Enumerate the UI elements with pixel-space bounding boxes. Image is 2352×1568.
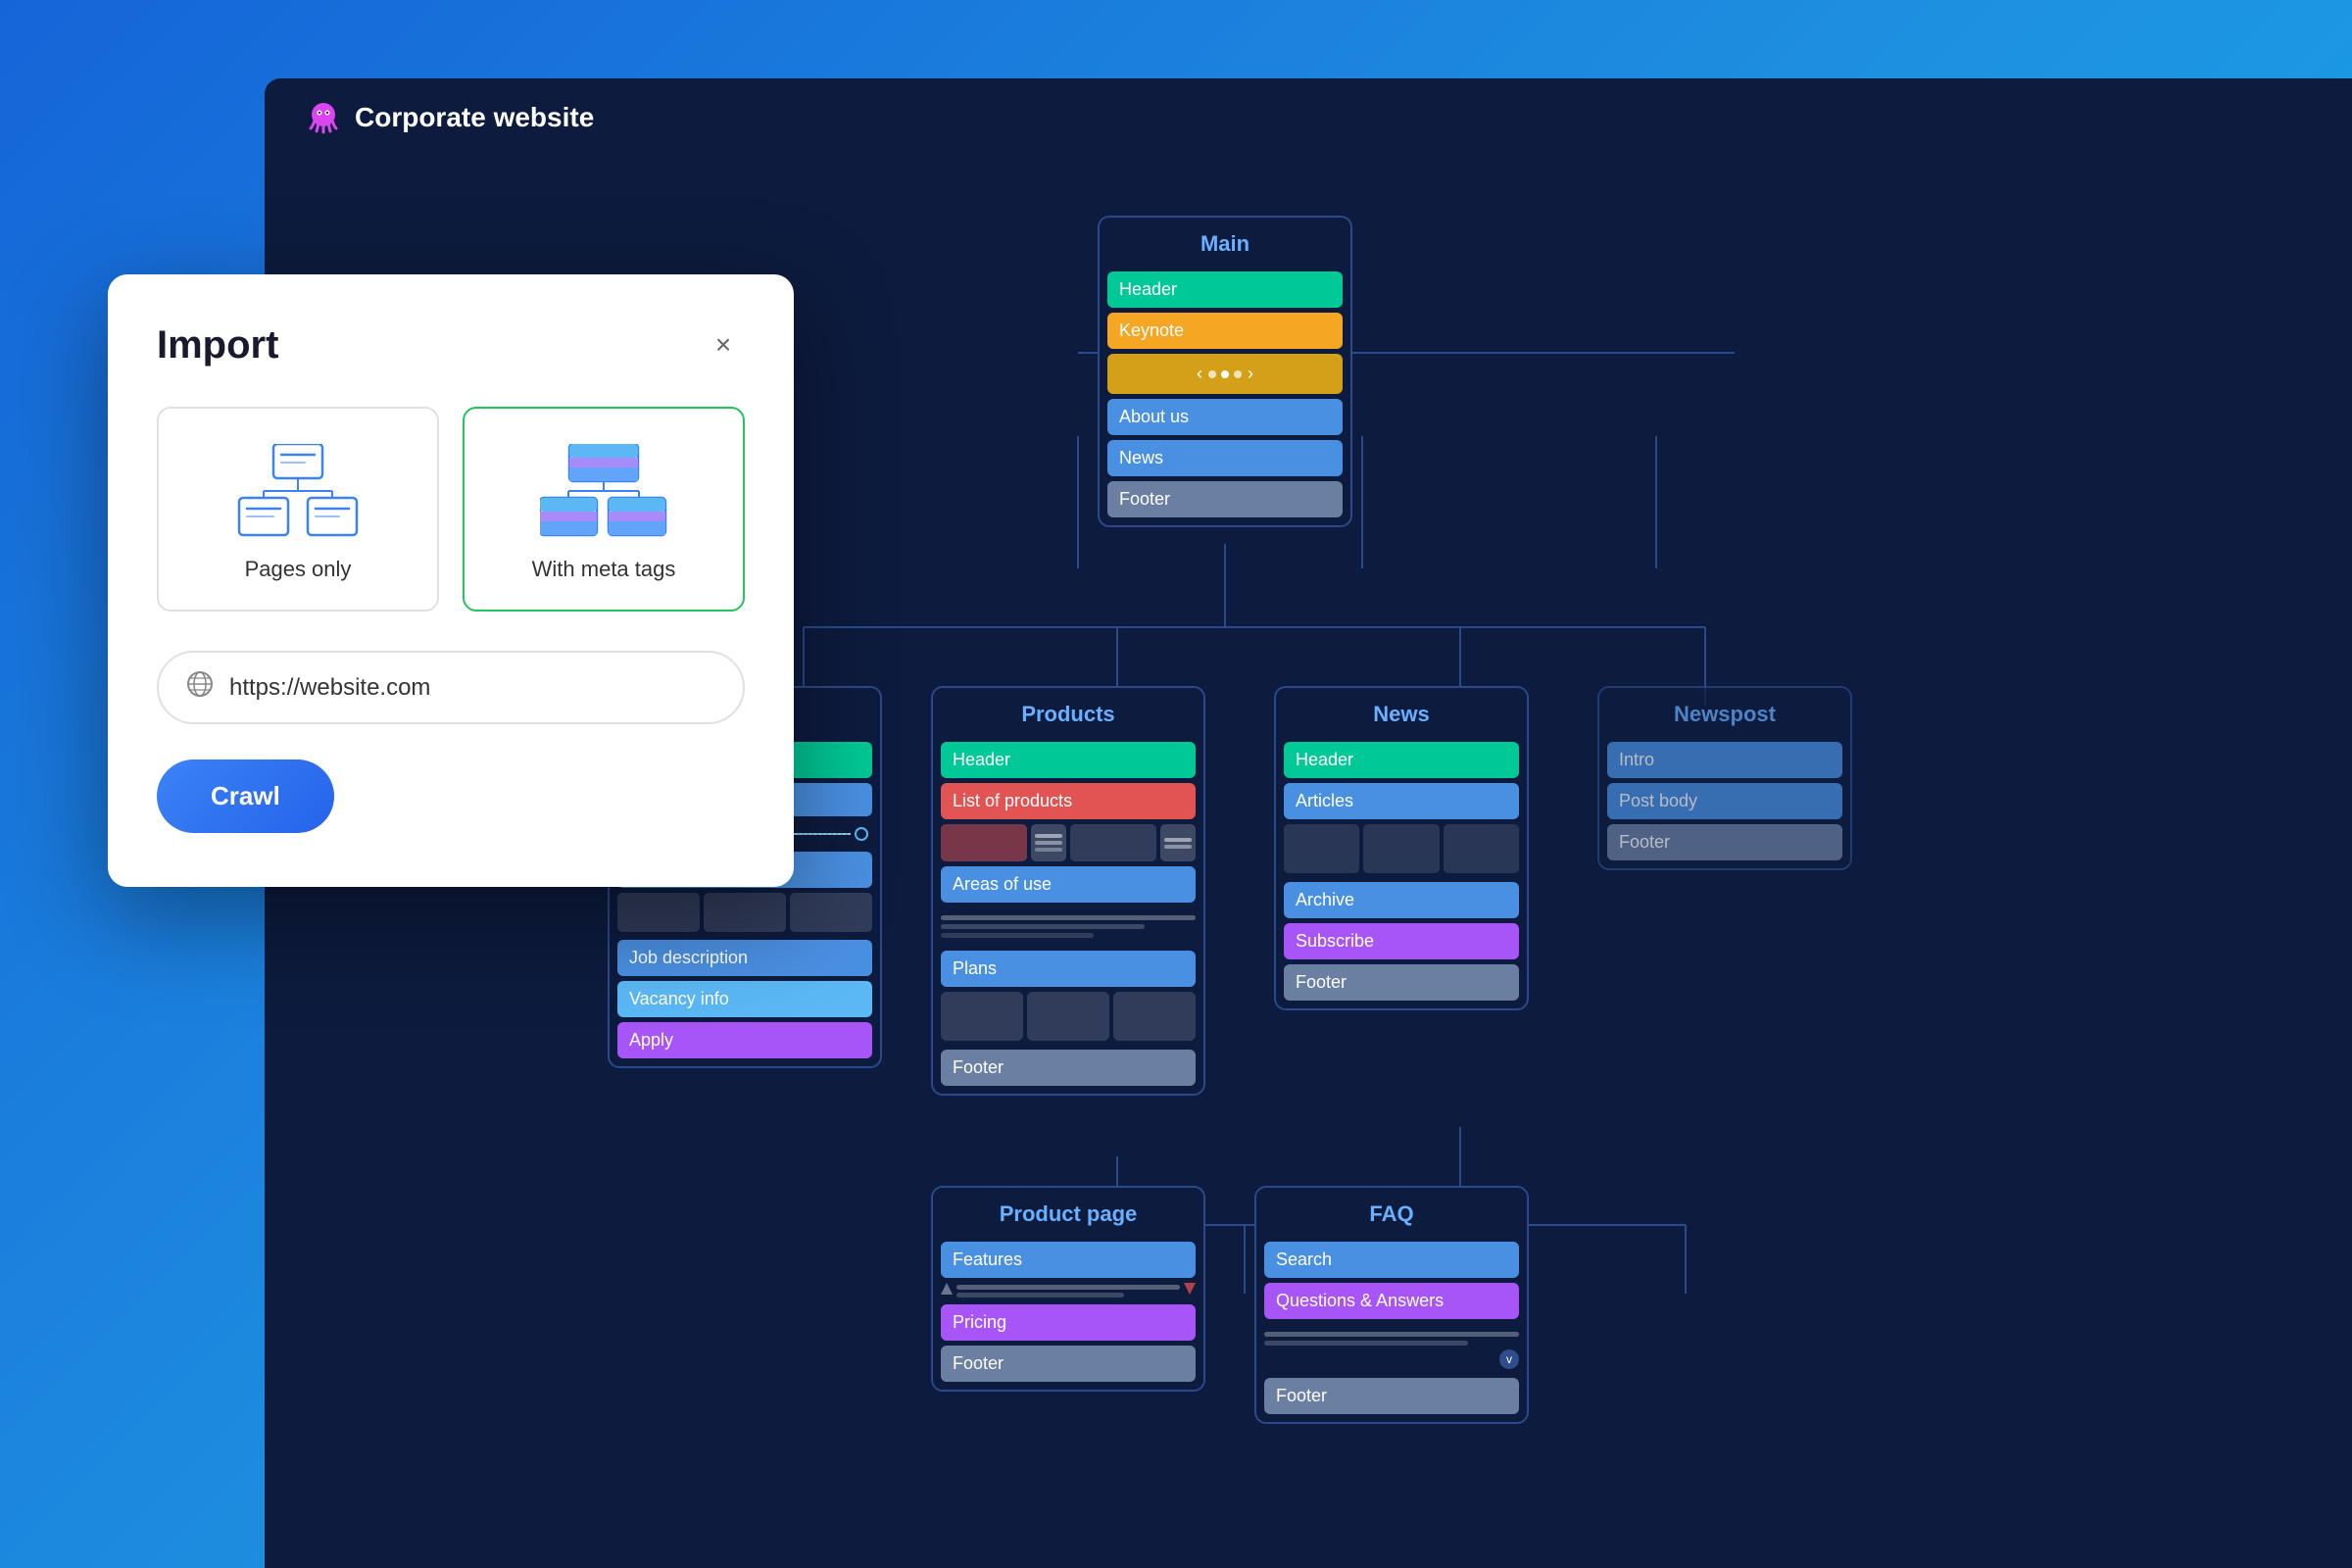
globe-icon: [186, 670, 214, 705]
node-products: Products Header List of products Areas o…: [931, 686, 1205, 1096]
main-footer-block: Footer: [1107, 481, 1343, 517]
app-title: Corporate website: [355, 102, 594, 133]
faq-qa: Questions & Answers: [1264, 1283, 1519, 1319]
pages-only-label: Pages only: [245, 557, 352, 582]
productpage-footer: Footer: [941, 1346, 1196, 1382]
faq-footer: Footer: [1264, 1378, 1519, 1414]
url-input[interactable]: [229, 674, 715, 702]
node-product-page: Product page Features Pricing Footer: [931, 1186, 1205, 1392]
node-main-title: Main: [1100, 218, 1350, 267]
news-archive: Archive: [1284, 882, 1519, 918]
top-bar: Corporate website: [265, 78, 2352, 157]
node-extra: Newspost Intro Post body Footer: [1597, 686, 1852, 870]
meta-tags-icon: [540, 444, 667, 537]
import-modal: Import ×: [108, 274, 794, 887]
products-areas: Areas of use: [941, 866, 1196, 903]
pages-only-icon: [234, 444, 362, 537]
news-articles: Articles: [1284, 783, 1519, 819]
newspost-postbody: Post body: [1607, 783, 1842, 819]
products-footer: Footer: [941, 1050, 1196, 1086]
crawl-button[interactable]: Crawl: [157, 760, 334, 833]
about-jobdesc: Job description: [617, 940, 872, 976]
newspost-footer: Footer: [1607, 824, 1842, 860]
node-productpage-title: Product page: [933, 1188, 1203, 1237]
main-header-block: Header: [1107, 271, 1343, 308]
import-options: Pages only: [157, 407, 745, 612]
newspost-intro: Intro: [1607, 742, 1842, 778]
productpage-pricing: Pricing: [941, 1304, 1196, 1341]
news-header: Header: [1284, 742, 1519, 778]
main-carousel-block: ‹ ›: [1107, 354, 1343, 394]
octopus-icon: [304, 98, 343, 137]
products-plans: Plans: [941, 951, 1196, 987]
url-input-wrapper: [157, 651, 745, 724]
node-faq: FAQ Search Questions & Answers v Footer: [1254, 1186, 1529, 1424]
node-news-title: News: [1276, 688, 1527, 737]
about-apply: Apply: [617, 1022, 872, 1058]
news-footer: Footer: [1284, 964, 1519, 1001]
node-main: Main Header Keynote ‹ › About us News Fo…: [1098, 216, 1352, 527]
about-vacancy: Vacancy info: [617, 981, 872, 1017]
node-products-title: Products: [933, 688, 1203, 737]
productpage-features: Features: [941, 1242, 1196, 1278]
node-faq-title: FAQ: [1256, 1188, 1527, 1237]
products-header: Header: [941, 742, 1196, 778]
import-option-pages-only[interactable]: Pages only: [157, 407, 439, 612]
news-subscribe: Subscribe: [1284, 923, 1519, 959]
meta-tags-label: With meta tags: [532, 557, 676, 582]
node-extra-title: Newspost: [1599, 688, 1850, 737]
modal-title: Import: [157, 323, 278, 368]
faq-search: Search: [1264, 1242, 1519, 1278]
main-news-block: News: [1107, 440, 1343, 476]
node-news: News Header Articles Archive Subscribe F…: [1274, 686, 1529, 1010]
products-list: List of products: [941, 783, 1196, 819]
modal-header: Import ×: [157, 323, 745, 368]
modal-close-button[interactable]: ×: [702, 323, 745, 367]
import-option-meta-tags[interactable]: With meta tags: [463, 407, 745, 612]
main-aboutus-block: About us: [1107, 399, 1343, 435]
main-keynote-block: Keynote: [1107, 313, 1343, 349]
